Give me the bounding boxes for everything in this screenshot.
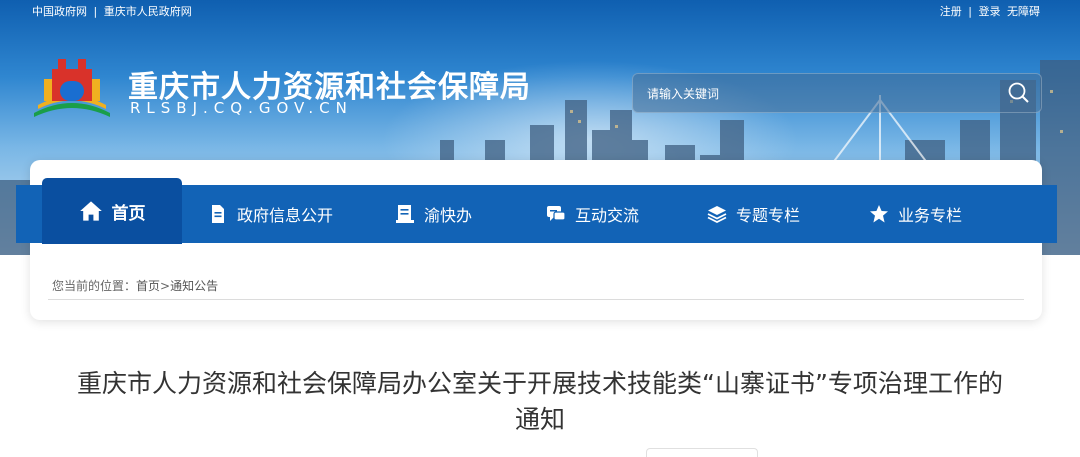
top-links-left: 中国政府网 | 重庆市人民政府网	[32, 3, 195, 19]
breadcrumb-current-link[interactable]: 通知公告	[170, 279, 218, 293]
nav-label: 首页	[111, 203, 146, 224]
home-icon	[79, 201, 102, 221]
search-icon[interactable]	[1007, 81, 1031, 105]
nav-item-special-topics[interactable]: 专题专栏	[707, 185, 800, 243]
site-logo-icon[interactable]	[30, 55, 114, 121]
search-box	[632, 73, 1042, 113]
nav-label: 业务专栏	[898, 206, 963, 225]
document-icon	[212, 205, 224, 223]
municipal-gov-link[interactable]: 重庆市人民政府网	[104, 5, 192, 18]
nav-label: 渝快办	[424, 206, 473, 225]
nav-item-business[interactable]: 业务专栏	[869, 185, 962, 243]
layers-icon	[707, 206, 727, 224]
breadcrumb-prefix: 您当前的位置：	[52, 279, 137, 293]
separator: |	[93, 5, 98, 18]
register-link[interactable]: 注册	[940, 5, 962, 18]
breadcrumb: 您当前的位置：首页>通知公告	[52, 277, 218, 294]
book-icon	[396, 205, 414, 223]
breadcrumb-home-link[interactable]: 首页	[136, 279, 160, 293]
meta-box	[646, 448, 758, 457]
article-title-line: 通知	[514, 405, 565, 434]
nav-label: 专题专栏	[736, 206, 801, 225]
accessibility-link[interactable]: 无障碍	[1007, 5, 1040, 18]
article-title: 重庆市人力资源和社会保障局办公室关于开展技术技能类“山寨证书”专项治理工作的 通…	[40, 366, 1040, 438]
nav-item-interaction[interactable]: 互动交流	[546, 185, 639, 243]
search-input[interactable]	[645, 83, 989, 105]
nav-label: 互动交流	[575, 206, 640, 225]
nav-item-home[interactable]: 首页	[42, 178, 182, 244]
nav-item-gov-info[interactable]: 政府信息公开	[208, 185, 333, 243]
chat-icon	[547, 206, 566, 221]
article-title-line: 重庆市人力资源和社会保障局办公室关于开展技术技能类“山寨证书”专项治理工作的	[77, 369, 1003, 398]
site-domain: RLSBJ.CQ.GOV.CN	[130, 99, 353, 117]
nav-label: 政府信息公开	[237, 206, 334, 225]
nav-item-yukuaiban[interactable]: 渝快办	[395, 185, 472, 243]
star-icon	[870, 205, 888, 223]
top-links-right: 注册 | 登录 无障碍	[937, 3, 1040, 19]
divider	[48, 299, 1024, 300]
gov-portal-link[interactable]: 中国政府网	[32, 5, 87, 18]
breadcrumb-separator: >	[160, 279, 171, 293]
login-link[interactable]: 登录	[979, 5, 1001, 18]
separator: |	[968, 5, 972, 18]
